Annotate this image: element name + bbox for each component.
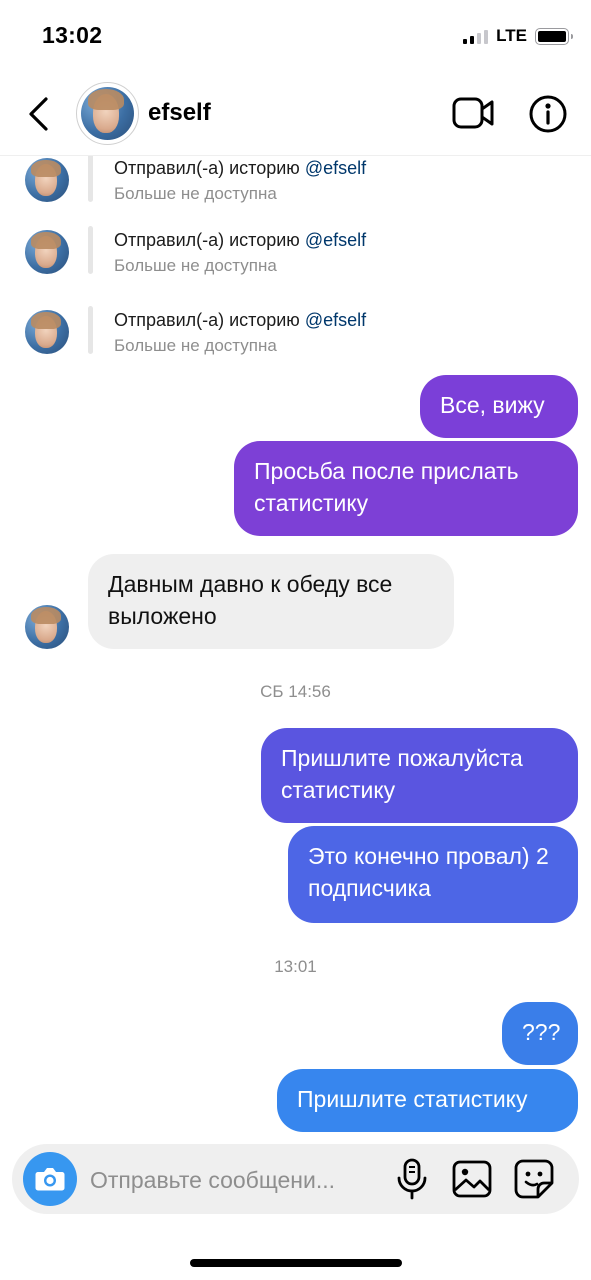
story-unavailable-text: Больше не доступна: [114, 256, 277, 275]
message-timestamp: СБ 14:56: [260, 682, 331, 701]
sender-avatar: [25, 158, 69, 202]
message-timestamp: 13:01: [274, 957, 317, 976]
story-reply-text: Отправил(-а) историю @efself: [114, 158, 367, 178]
incoming-message[interactable]: Давным давно к обеду все выложено: [88, 554, 454, 649]
camera-button[interactable]: [23, 1152, 77, 1206]
voice-message-button[interactable]: [396, 1158, 428, 1200]
story-reply-item[interactable]: Отправил(-а) историю @efself Больше не д…: [0, 300, 591, 364]
chat-header: efself: [0, 72, 591, 156]
story-reply-text: Отправил(-а) историю @efself: [114, 230, 367, 250]
back-chevron-icon: [29, 97, 48, 131]
outgoing-message[interactable]: Все, вижу: [420, 375, 578, 438]
back-button[interactable]: [18, 90, 58, 138]
story-unavailable-text: Больше не доступна: [114, 184, 277, 203]
story-reply-item[interactable]: Отправил(-а) историю @efself Больше не д…: [0, 220, 591, 284]
story-reply-item[interactable]: Отправил(-а) историю @efself Больше не д…: [0, 156, 591, 212]
info-icon: [529, 95, 567, 133]
sender-avatar: [25, 310, 69, 354]
home-indicator[interactable]: [190, 1259, 402, 1267]
message-input[interactable]: [90, 1163, 380, 1197]
outgoing-message[interactable]: Это конечно провал) 2 подписчика: [288, 826, 578, 923]
message-thread[interactable]: Отправил(-а) историю @efself Больше не д…: [0, 156, 591, 1136]
video-camera-icon: [452, 97, 494, 129]
outgoing-message[interactable]: Пришлите пожалуйста статистику: [261, 728, 578, 823]
gallery-icon: [452, 1160, 492, 1198]
video-call-button[interactable]: [452, 94, 494, 132]
story-reply-bar: [88, 226, 93, 274]
status-indicators: LTE: [463, 26, 573, 46]
conversation-info-button[interactable]: [527, 93, 569, 135]
sticker-icon: [514, 1159, 554, 1199]
profile-avatar[interactable]: [76, 82, 139, 145]
story-reply-bar: [88, 156, 93, 202]
signal-strength-icon: [463, 28, 489, 44]
camera-icon: [35, 1168, 65, 1191]
gallery-button[interactable]: [452, 1160, 492, 1198]
story-reply-bar: [88, 306, 93, 354]
chat-username[interactable]: efself: [148, 99, 211, 127]
status-bar: 13:02 LTE: [0, 0, 591, 72]
outgoing-message[interactable]: Пришлите статистику: [277, 1069, 578, 1132]
story-reply-text: Отправил(-а) историю @efself: [114, 310, 367, 330]
sticker-button[interactable]: [514, 1159, 554, 1199]
status-time: 13:02: [42, 22, 103, 48]
username-mention[interactable]: @efself: [305, 158, 366, 178]
outgoing-message[interactable]: ???: [502, 1002, 578, 1065]
network-type: LTE: [496, 26, 527, 45]
username-mention[interactable]: @efself: [305, 230, 366, 250]
avatar-image: [81, 87, 134, 140]
message-composer: [12, 1144, 579, 1214]
sender-avatar: [25, 605, 69, 649]
username-mention[interactable]: @efself: [305, 310, 366, 330]
outgoing-message[interactable]: Просьба после прислать статистику: [234, 441, 578, 536]
microphone-icon: [397, 1158, 427, 1200]
sender-avatar: [25, 230, 69, 274]
story-unavailable-text: Больше не доступна: [114, 336, 277, 355]
battery-icon: [535, 27, 573, 45]
